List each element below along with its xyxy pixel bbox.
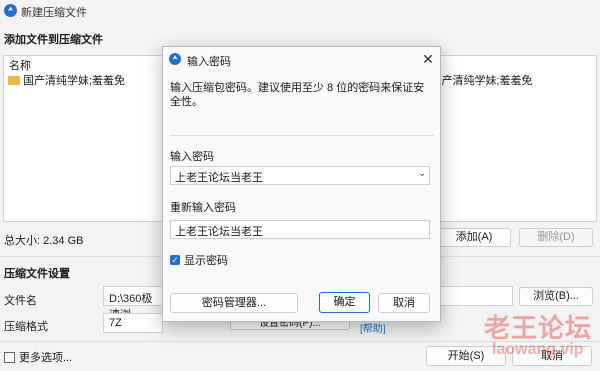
close-icon[interactable]: ✕ — [419, 50, 437, 68]
checkbox-unchecked[interactable] — [4, 351, 15, 363]
filename-input-tail[interactable] — [439, 286, 513, 306]
settings-section-title: 压缩文件设置 — [4, 268, 70, 280]
more-options-label: 更多选项... — [19, 352, 73, 364]
total-size: 总大小: 2.34 GB — [4, 235, 84, 247]
browse-button[interactable]: 浏览(B)... — [519, 287, 593, 306]
format-label: 压缩格式 — [4, 321, 48, 333]
file-item-label-partial: l产清纯学妹;羞羞免 — [439, 75, 533, 87]
dialog-cancel-button[interactable]: 取消 — [378, 293, 430, 313]
file-list-item[interactable]: 国产清纯学妹;羞羞免 — [8, 72, 125, 88]
checkbox-checked-icon[interactable]: ✓ — [170, 255, 180, 265]
watermark-url: laowang.vip — [492, 341, 584, 358]
filename-input[interactable]: D:\360极速浏 — [103, 286, 163, 321]
delete-button[interactable]: 删除(D) — [519, 228, 593, 247]
confirm-password-value: 上老王论坛当老王 — [175, 226, 263, 238]
add-files-section-title: 添加文件到压缩文件 — [4, 34, 103, 46]
confirm-password-input[interactable]: 上老王论坛当老王 — [170, 220, 430, 239]
password-label: 输入密码 — [170, 151, 214, 163]
dialog-title: 输入密码 — [187, 56, 231, 68]
column-header-name[interactable]: 名称 — [9, 57, 31, 73]
more-options-checkbox[interactable]: 更多选项... — [4, 349, 72, 365]
file-item-label: 国产清纯学妹;羞羞免 — [23, 75, 126, 87]
dialog-divider — [170, 135, 434, 136]
show-password-label: 显示密码 — [184, 255, 228, 267]
app-logo-icon — [4, 4, 17, 17]
watermark-text: 老王论坛 — [484, 313, 593, 343]
add-button[interactable]: 添加(A) — [437, 228, 511, 247]
dialog-logo-icon — [169, 53, 181, 65]
show-password-checkbox[interactable]: ✓ 显示密码 — [170, 252, 228, 268]
window-title: 新建压缩文件 — [21, 7, 87, 19]
password-value: 上老王论坛当老王 — [175, 172, 263, 184]
filename-label: 文件名 — [4, 295, 37, 307]
password-manager-button[interactable]: 密码管理器... — [170, 293, 298, 313]
ok-button[interactable]: 确定 — [319, 292, 370, 313]
window-titlebar — [0, 0, 600, 22]
help-link[interactable]: [帮助] — [360, 320, 386, 335]
format-select[interactable]: 7Z — [103, 313, 163, 333]
folder-icon — [8, 75, 20, 85]
password-input[interactable]: 上老王论坛当老王 — [170, 166, 430, 185]
chevron-down-icon[interactable]: ⌄ — [418, 168, 426, 179]
password-dialog: 输入密码 ✕ 输入压缩包密码。建议使用至少 8 位的密码来保证安全性。 输入密码… — [162, 46, 441, 322]
dialog-description: 输入压缩包密码。建议使用至少 8 位的密码来保证安全性。 — [170, 82, 425, 108]
confirm-password-label: 重新输入密码 — [170, 202, 236, 214]
